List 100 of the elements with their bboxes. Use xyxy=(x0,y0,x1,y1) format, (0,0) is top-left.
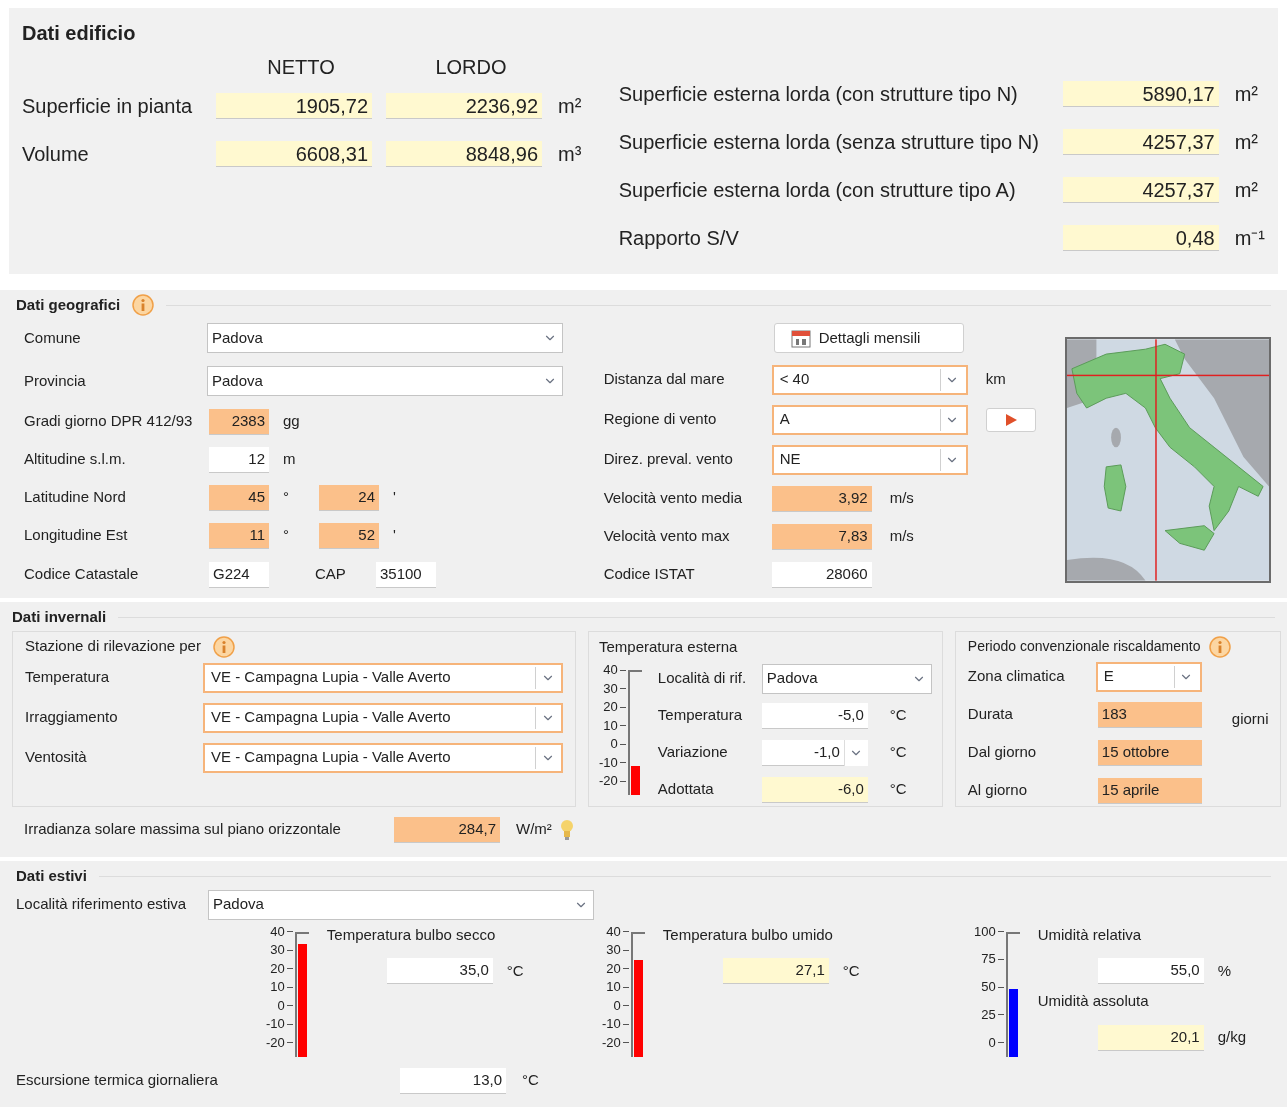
number-field[interactable]: 13,0 xyxy=(400,1067,506,1094)
field-label: Adottata xyxy=(657,780,714,798)
column-header: NETTO xyxy=(267,56,335,78)
dropdown[interactable]: < 40 xyxy=(771,364,968,395)
field-label: Irraggiamento xyxy=(25,708,118,726)
tick-label: 10 xyxy=(603,718,618,733)
number-field[interactable]: 2383 xyxy=(209,408,269,435)
number-field[interactable]: 55,0 xyxy=(1097,958,1204,984)
unit-label: m/s xyxy=(889,488,914,509)
field-label: Irradianza solare massima sul piano orizzontale xyxy=(24,820,341,838)
dropdown[interactable]: E xyxy=(1095,661,1202,692)
field-label: Umidità relativa xyxy=(1037,925,1142,943)
number-field[interactable]: 284,7 xyxy=(394,816,500,843)
calendar-icon xyxy=(790,328,811,348)
monthly-details-button[interactable]: Dettagli mensili xyxy=(773,323,964,353)
dropdown[interactable]: Padova xyxy=(761,663,932,694)
tick-label: 20 xyxy=(270,961,285,976)
number-field[interactable]: 6608,31 xyxy=(216,141,372,167)
number-field[interactable]: G224 xyxy=(209,561,269,588)
dropdown[interactable]: VE - Campagna Lupia - Valle Averto xyxy=(203,742,563,773)
tick-label: 10 xyxy=(606,980,621,994)
number-field[interactable]: 20,1 xyxy=(1097,1024,1204,1051)
number-field[interactable]: 11 xyxy=(209,522,269,549)
field-label: Superficie esterna lorda (con strutture tipo N) xyxy=(618,83,1018,105)
tick-label: -10 xyxy=(599,755,618,770)
unit-label: m xyxy=(283,449,296,470)
field-label: Altitudine s.l.m. xyxy=(24,450,126,468)
number-field[interactable]: 45 xyxy=(209,484,269,511)
number-field[interactable]: 52 xyxy=(319,522,379,549)
number-field[interactable]: 35100 xyxy=(376,561,436,588)
tick-label: 30 xyxy=(606,943,621,957)
tick-label: 100 xyxy=(974,924,996,939)
tick-label: 0 xyxy=(988,1035,996,1050)
section-title: Dati geografici xyxy=(16,295,121,315)
number-field[interactable]: 27,1 xyxy=(722,958,829,984)
unit-label: °C xyxy=(889,742,907,763)
tick-label: 40 xyxy=(603,663,618,677)
unit-label: m² xyxy=(558,94,582,119)
dropdown[interactable]: VE - Campagna Lupia - Valle Averto xyxy=(203,702,563,733)
number-field[interactable]: 12 xyxy=(209,446,269,473)
tick-label: 30 xyxy=(603,681,618,696)
dropdown-button[interactable] xyxy=(843,739,868,766)
number-field[interactable]: 0,48 xyxy=(1062,225,1219,251)
unit-label: g/kg xyxy=(1217,1027,1247,1048)
number-field[interactable]: 8848,96 xyxy=(386,141,542,167)
dropdown[interactable]: Padova xyxy=(208,889,594,920)
dropdown[interactable]: NE xyxy=(771,444,968,475)
unit-label: ' xyxy=(393,525,396,546)
tick-label: -20 xyxy=(602,1035,621,1050)
number-field[interactable]: 15 ottobre xyxy=(1097,739,1202,766)
number-field[interactable]: 24 xyxy=(319,484,379,511)
number-field[interactable]: 5890,17 xyxy=(1062,81,1219,107)
dropdown[interactable]: A xyxy=(771,404,968,435)
number-field[interactable]: 28060 xyxy=(771,561,872,588)
field-label: Superficie esterna lorda (senza strutture tipo N) xyxy=(618,131,1039,153)
number-field[interactable]: 35,0 xyxy=(386,958,493,984)
field-label: Umidità assoluta xyxy=(1037,992,1149,1009)
field-label: Dal giorno xyxy=(967,743,1037,761)
field-label: Superficie esterna lorda (con strutture tipo A) xyxy=(618,179,1016,201)
tick-label: 0 xyxy=(277,998,285,1013)
field-label: Direz. preval. vento xyxy=(603,450,733,468)
dropdown[interactable]: VE - Campagna Lupia - Valle Averto xyxy=(203,662,563,693)
field-label: Al giorno xyxy=(967,781,1027,799)
number-field[interactable]: -5,0 xyxy=(761,702,868,729)
unit-label: °C xyxy=(522,1071,539,1089)
unit-label: % xyxy=(1217,960,1232,981)
play-button[interactable] xyxy=(985,407,1036,432)
number-field[interactable]: 183 xyxy=(1097,701,1202,728)
tick-label: 10 xyxy=(270,980,285,994)
number-field[interactable]: 15 aprile xyxy=(1097,777,1202,804)
dropdown[interactable]: Padova xyxy=(207,366,563,396)
field-label: Temperatura bulbo secco xyxy=(326,925,496,943)
field-label: Latitudine Nord xyxy=(24,488,126,506)
tick-label: 0 xyxy=(613,998,621,1013)
unit-label: km xyxy=(985,369,1006,390)
play-icon xyxy=(1003,412,1018,427)
unit-label: gg xyxy=(283,411,300,432)
field-label: Temperatura bulbo umido xyxy=(662,925,833,943)
number-field[interactable]: 7,83 xyxy=(771,523,872,550)
tick-label: -20 xyxy=(266,1035,285,1050)
unit-label: m² xyxy=(1234,82,1258,107)
unit-label: m⁻¹ xyxy=(1234,226,1265,251)
tick-label: 75 xyxy=(981,952,996,967)
number-field[interactable]: -1,0 xyxy=(761,739,844,766)
number-field[interactable]: 1905,72 xyxy=(216,93,372,119)
number-field[interactable]: 2236,92 xyxy=(386,93,542,119)
tick-label: -10 xyxy=(602,1017,621,1031)
number-field[interactable]: 4257,37 xyxy=(1062,129,1219,155)
number-field[interactable]: 3,92 xyxy=(771,485,872,512)
dropdown[interactable]: Padova xyxy=(207,323,563,353)
tick-label: 40 xyxy=(606,924,621,939)
number-field[interactable]: -6,0 xyxy=(761,776,868,803)
section-title: Dati edificio xyxy=(22,22,136,44)
field-label: Volume xyxy=(22,143,89,165)
section-title: Dati estivi xyxy=(16,866,87,886)
field-label: Codice Catastale xyxy=(24,565,139,583)
field-label: Rapporto S/V xyxy=(618,227,739,249)
number-field[interactable]: 4257,37 xyxy=(1062,177,1219,203)
tick-label: 20 xyxy=(603,700,618,714)
unit-label: m² xyxy=(1234,130,1258,155)
